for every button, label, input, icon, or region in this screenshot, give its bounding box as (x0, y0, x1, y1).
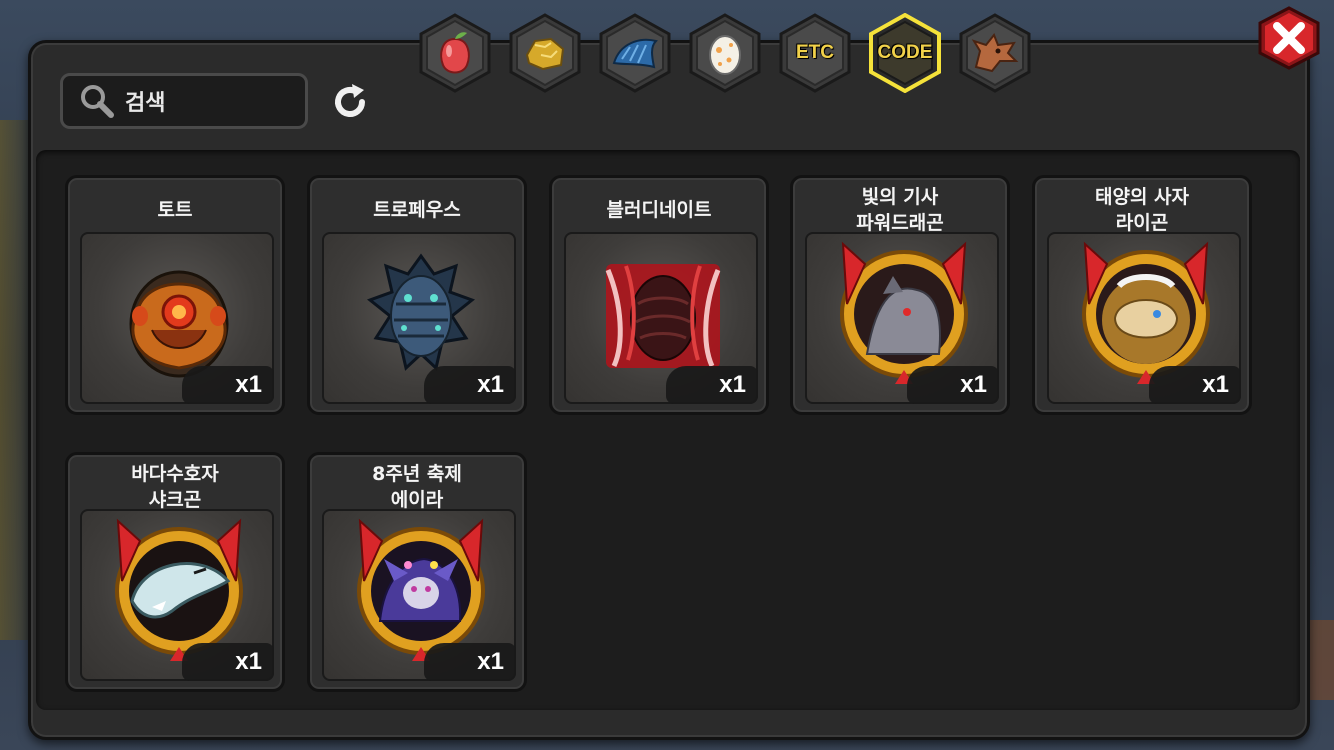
egg-icon (709, 35, 741, 75)
item-card[interactable]: 8주년 축제 에이라 x1 (307, 452, 527, 692)
item-card[interactable]: 바다수호자 샤크곤 x1 (65, 452, 285, 692)
category-tabs: ETC CODE (410, 10, 1040, 96)
item-quantity: x1 (182, 366, 274, 404)
search-placeholder: 검색 (125, 91, 166, 116)
item-quantity: x1 (666, 366, 758, 404)
item-card[interactable]: 빛의 기사 파워드래곤 x1 (790, 175, 1010, 415)
tab-code[interactable]: CODE (860, 10, 950, 96)
tab-fruit[interactable] (410, 10, 500, 96)
tab-etc[interactable]: ETC (770, 10, 860, 96)
dragon-scale-icon (612, 38, 658, 69)
item-card[interactable]: 트로페우스 x1 (307, 175, 527, 415)
item-name: 태양의 사자 라이곤 (1094, 186, 1189, 234)
tab-code-label: CODE (877, 42, 933, 63)
item-card[interactable]: 태양의 사자 라이곤 x1 (1032, 175, 1252, 415)
close-icon (1258, 6, 1320, 70)
tab-egg[interactable] (680, 10, 770, 96)
search-input[interactable]: 검색 (60, 73, 308, 129)
item-quantity: x1 (1149, 366, 1241, 404)
item-quantity: x1 (907, 366, 999, 404)
item-name: 블러디네이트 (606, 199, 712, 221)
item-card[interactable]: 블러디네이트 x1 (549, 175, 769, 415)
tab-dragon[interactable] (950, 10, 1040, 96)
item-name: 트로페우스 (373, 199, 461, 221)
gold-ore-icon (525, 37, 565, 71)
search-icon (77, 81, 117, 121)
item-quantity: x1 (182, 643, 274, 681)
tab-etc-label: ETC (796, 42, 834, 63)
item-name: 토트 (157, 199, 193, 221)
dragon-head-icon (971, 33, 1019, 73)
item-card[interactable]: 토트 x1 (65, 175, 285, 415)
refresh-icon (335, 84, 365, 117)
item-name: 8주년 축제 에이라 (372, 463, 462, 511)
item-name: 바다수호자 샤크곤 (131, 463, 219, 511)
background-decoration (0, 120, 30, 640)
tab-gold[interactable] (500, 10, 590, 96)
item-name: 빛의 기사 파워드래곤 (856, 186, 944, 234)
close-button[interactable] (1256, 6, 1322, 70)
fruit-icon (440, 32, 470, 74)
refresh-button[interactable] (326, 80, 374, 124)
item-quantity: x1 (424, 643, 516, 681)
tab-scale[interactable] (590, 10, 680, 96)
item-quantity: x1 (424, 366, 516, 404)
